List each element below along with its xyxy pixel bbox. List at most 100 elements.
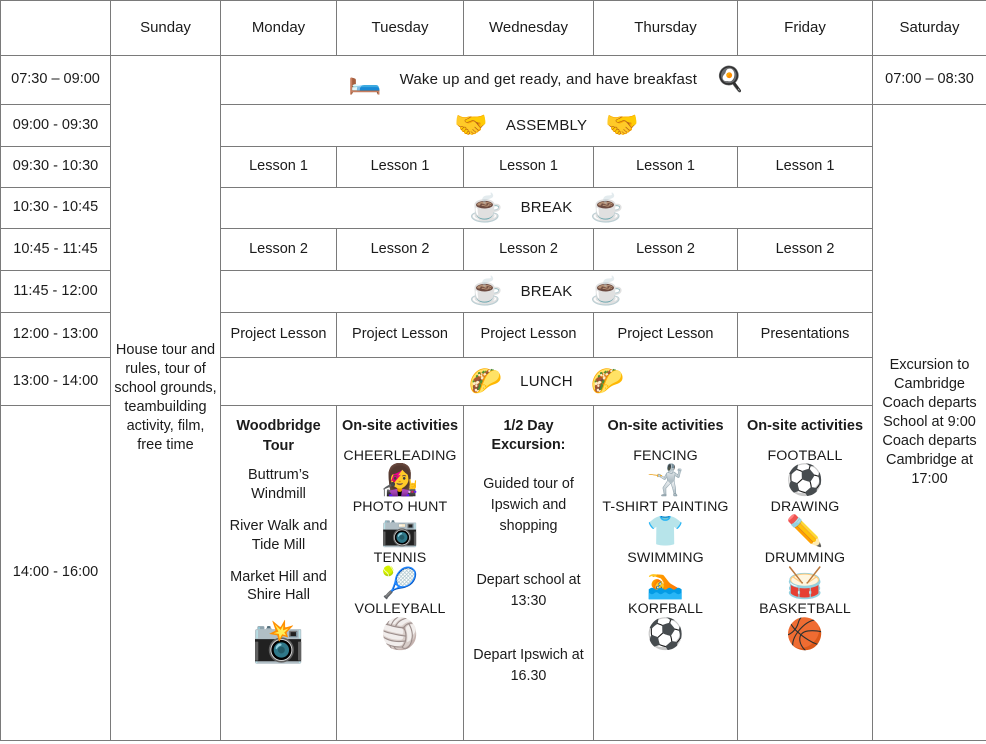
people-group-icon: 🤝 xyxy=(454,110,488,140)
day-header-monday: Monday xyxy=(220,0,337,56)
day-header-tuesday: Tuesday xyxy=(336,0,464,56)
coffee-cup-icon: ☕ xyxy=(590,276,625,306)
day-header-thursday: Thursday xyxy=(593,0,738,56)
cell-wednesday-afternoon: 1/2 Day Excursion: Guided tour of Ipswic… xyxy=(463,405,594,741)
day-header-sunday: Sunday xyxy=(110,0,221,56)
activity-entry: VOLLEYBALL 🏐 xyxy=(355,600,446,651)
activity-label: SWIMMING xyxy=(627,549,704,566)
fencing-icon: 🤺 xyxy=(646,464,685,498)
break1-banner-cell: ☕ BREAK ☕ xyxy=(220,187,873,229)
coffee-cup-icon: ☕ xyxy=(468,192,503,223)
coffee-cup-icon: ☕ xyxy=(590,192,625,223)
monday-activity-item: Buttrum’s Windmill xyxy=(248,467,309,502)
activity-label: DRAWING xyxy=(770,498,840,515)
activity-entry: PHOTO HUNT 📷 xyxy=(353,498,448,549)
activity-entry: CHEERLEADING 👩‍🎤 xyxy=(343,447,456,498)
break2-banner-cell: ☕ BREAK ☕ xyxy=(220,270,873,313)
people-group-icon: 🤝 xyxy=(605,110,639,140)
cell-monday-project: Project Lesson xyxy=(220,312,337,358)
break2-label: BREAK xyxy=(520,282,573,300)
cell-tuesday-afternoon: On-site activities CHEERLEADING 👩‍🎤 PHOT… xyxy=(336,405,464,741)
activity-label: VOLLEYBALL xyxy=(354,600,446,617)
cell-thursday-lesson2: Lesson 2 xyxy=(593,228,738,271)
activity-label: FENCING xyxy=(633,447,698,464)
activity-entry: FENCING 🤺 xyxy=(633,447,698,498)
football-boot-icon: ⚽ xyxy=(786,464,824,498)
header-row: Sunday Monday Tuesday Wednesday Thursday… xyxy=(0,0,986,56)
monday-activity-header: Woodbridge Tour xyxy=(236,418,321,454)
break1-label: BREAK xyxy=(520,199,573,217)
cell-wednesday-project: Project Lesson xyxy=(463,312,594,358)
time-slot-0900: 09:00 - 09:30 xyxy=(0,104,111,147)
time-slot-1030: 10:30 - 10:45 xyxy=(0,187,111,229)
tennis-racket-icon: 🎾 xyxy=(381,566,419,600)
cell-monday-lesson2: Lesson 2 xyxy=(220,228,337,271)
taco-icon: 🌮 xyxy=(590,366,625,396)
basketball-icon: 🏀 xyxy=(786,617,824,651)
activity-label: BASKETBALL xyxy=(759,600,851,617)
row-wakeup: 07:30 – 09:00 House tour and rules, tour… xyxy=(0,55,986,741)
activity-entry: KORFBALL ⚽ xyxy=(628,600,703,651)
tuesday-activity-header: On-site activities xyxy=(341,418,459,434)
cell-wednesday-lesson1: Lesson 1 xyxy=(463,146,594,188)
activity-entry: T-SHIRT PAINTING 👕 xyxy=(602,498,728,549)
assembly-banner-cell: 🤝 ASSEMBLY 🤝 xyxy=(220,104,873,147)
cell-thursday-afternoon: On-site activities FENCING 🤺 T-SHIRT PAI… xyxy=(593,405,738,741)
cheerleading-icon: 👩‍🎤 xyxy=(381,464,419,498)
lunch-banner-cell: 🌮 LUNCH 🌮 xyxy=(220,357,873,406)
activity-label: FOOTBALL xyxy=(767,447,843,464)
thursday-activity-header: On-site activities xyxy=(607,418,724,434)
saturday-excursion-cell: Excursion to Cambridge Coach departs Sch… xyxy=(872,104,986,741)
friday-activity-header: On-site activities xyxy=(746,418,864,434)
activity-label: DRUMMING xyxy=(764,549,846,566)
person-in-bed-icon: 🛏️ xyxy=(347,64,382,95)
cell-friday-afternoon: On-site activities FOOTBALL ⚽ DRAWING ✏️… xyxy=(737,405,873,741)
activity-entry: FOOTBALL ⚽ xyxy=(768,447,843,498)
tshirt-paint-icon: 👕 xyxy=(646,515,685,549)
cell-friday-presentations: Presentations xyxy=(737,312,873,358)
camera-icon: 📷 xyxy=(381,515,419,549)
monday-activity-item: Market Hill and Shire Hall xyxy=(230,568,327,604)
wakeup-label: Wake up and get ready, and have breakfas… xyxy=(399,71,698,89)
breakfast-plate-icon: 🍳 xyxy=(715,66,746,93)
djembe-drum-icon: 🥁 xyxy=(786,566,824,600)
korfball-icon: ⚽ xyxy=(646,617,685,651)
time-slot-0730: 07:30 – 09:00 xyxy=(0,55,111,105)
time-slot-1145: 11:45 - 12:00 xyxy=(0,270,111,313)
activity-label: T-SHIRT PAINTING xyxy=(602,498,729,515)
corner-cell xyxy=(0,0,111,56)
wednesday-depart-ipswich: Depart Ipswich at 16.30 xyxy=(473,646,584,685)
drawing-hand-icon: ✏️ xyxy=(786,515,824,549)
time-slot-1200: 12:00 - 13:00 xyxy=(0,312,111,358)
time-slot-1300: 13:00 - 14:00 xyxy=(0,357,111,406)
cell-monday-afternoon: Woodbridge Tour Buttrum’s Windmill River… xyxy=(220,405,337,741)
activity-entry: TENNIS 🎾 xyxy=(374,549,427,600)
wednesday-activity-header: 1/2 Day Excursion: xyxy=(491,418,566,454)
activity-entry: DRAWING ✏️ xyxy=(771,498,840,549)
activity-label: KORFBALL xyxy=(628,600,703,617)
cell-tuesday-lesson2: Lesson 2 xyxy=(336,228,464,271)
swimmer-icon: 🏊 xyxy=(646,566,685,600)
cell-thursday-lesson1: Lesson 1 xyxy=(593,146,738,188)
wakeup-banner-cell: 🛏️ Wake up and get ready, and have break… xyxy=(220,55,873,105)
time-slot-0930: 09:30 - 10:30 xyxy=(0,146,111,188)
assembly-label: ASSEMBLY xyxy=(505,116,588,134)
saturday-morning-time: 07:00 – 08:30 xyxy=(872,55,986,105)
activity-label: PHOTO HUNT xyxy=(352,498,448,515)
time-slot-1400: 14:00 - 16:00 xyxy=(0,405,111,741)
cell-monday-lesson1: Lesson 1 xyxy=(220,146,337,188)
day-header-saturday: Saturday xyxy=(872,0,986,56)
photo-camera-globe-icon: 📸 xyxy=(252,617,305,665)
activity-entry: DRUMMING 🥁 xyxy=(765,549,845,600)
time-slot-1045: 10:45 - 11:45 xyxy=(0,228,111,271)
cell-tuesday-lesson1: Lesson 1 xyxy=(336,146,464,188)
wednesday-depart-school: Depart school at 13:30 xyxy=(476,571,581,610)
wednesday-description: Guided tour of Ipswich and shopping xyxy=(483,475,574,535)
cell-thursday-project: Project Lesson xyxy=(593,312,738,358)
activity-label: TENNIS xyxy=(373,549,427,566)
cell-friday-lesson1: Lesson 1 xyxy=(737,146,873,188)
cell-friday-lesson2: Lesson 2 xyxy=(737,228,873,271)
cell-tuesday-project: Project Lesson xyxy=(336,312,464,358)
monday-activity-item: River Walk and Tide Mill xyxy=(229,517,328,553)
coffee-cup-icon: ☕ xyxy=(468,276,503,306)
